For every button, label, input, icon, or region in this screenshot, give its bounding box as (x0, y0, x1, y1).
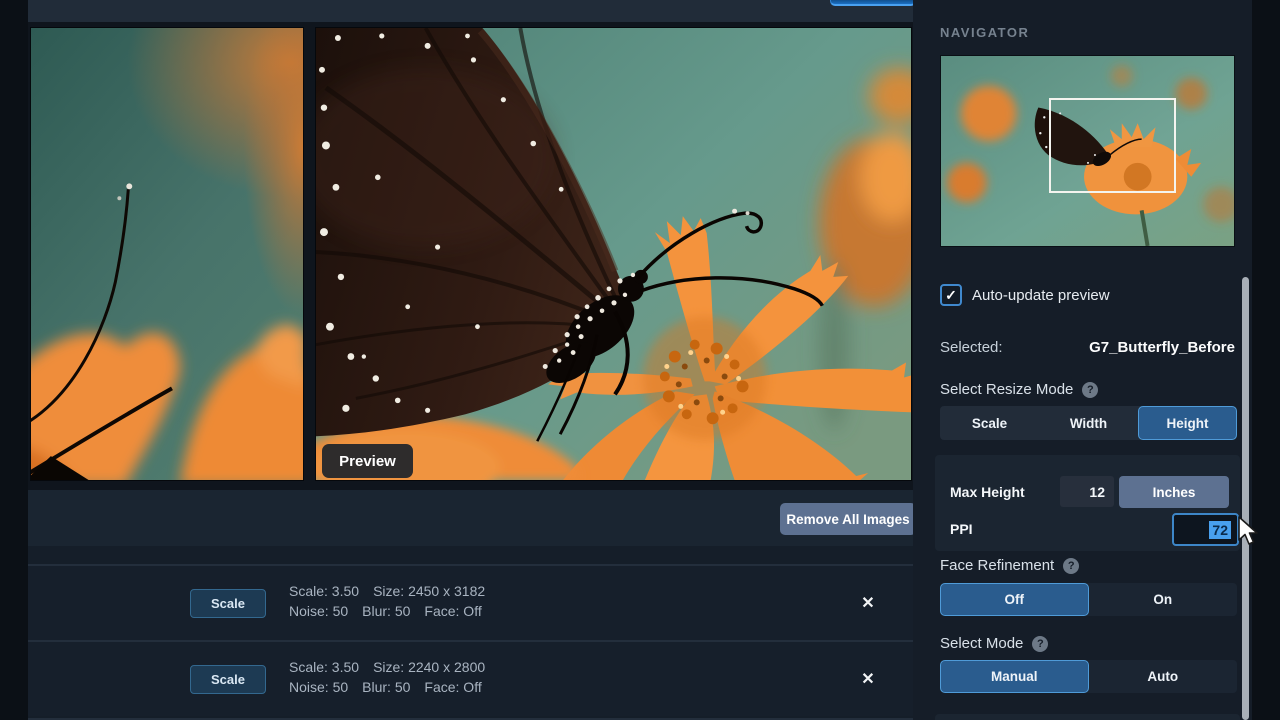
row-scale-button[interactable]: Scale (190, 665, 266, 694)
preview-badge: Preview (322, 444, 413, 478)
close-icon[interactable]: ✕ (848, 587, 888, 619)
navigator-thumbnail[interactable] (940, 55, 1235, 247)
original-image (31, 28, 303, 480)
main-area: Preview Remove All Images Scale Scale: 3… (28, 0, 913, 720)
resize-option-height[interactable]: Height (1138, 406, 1237, 440)
auto-update-row: ✓ Auto-update preview (940, 283, 1110, 307)
max-height-input[interactable] (1060, 476, 1114, 507)
auto-update-checkbox[interactable]: ✓ (940, 284, 962, 306)
selected-label: Selected: (940, 339, 1003, 356)
max-height-label: Max Height (950, 484, 1025, 500)
stat-blur: Blur: 50 (362, 679, 410, 695)
stat-size: Size: 2240 x 2800 (373, 659, 485, 675)
resize-option-width[interactable]: Width (1039, 406, 1138, 440)
image-toolbar: Remove All Images (28, 490, 913, 546)
right-margin (1252, 0, 1280, 720)
preview-image (316, 28, 911, 480)
face-refinement-segmented-control: Off On (940, 583, 1237, 616)
selected-filename: G7_Butterfly_Before (1089, 339, 1235, 356)
help-icon[interactable]: ? (1032, 636, 1048, 652)
resize-option-scale[interactable]: Scale (940, 406, 1039, 440)
face-refinement-label-text: Face Refinement (940, 557, 1054, 574)
select-mode-segmented-control: Manual Auto (940, 660, 1237, 693)
stat-scale: Scale: 3.50 (289, 659, 359, 675)
ppi-input[interactable]: 72 (1172, 513, 1239, 546)
remove-all-images-button[interactable]: Remove All Images (780, 503, 916, 535)
mode-option-auto[interactable]: Auto (1089, 660, 1238, 693)
face-option-on[interactable]: On (1089, 583, 1238, 616)
row-stats: Scale: 3.50 Size: 2450 x 3182 Noise: 50 Bl… (289, 581, 499, 621)
mode-option-manual[interactable]: Manual (940, 660, 1089, 693)
face-option-off[interactable]: Off (940, 583, 1089, 616)
image-queue: Scale Scale: 3.50 Size: 2450 x 3182 Noise… (28, 546, 913, 720)
app-window: Preview Remove All Images Scale Scale: 3… (0, 0, 1280, 720)
resize-mode-segmented-control: Scale Width Height (940, 406, 1237, 440)
navigator-selection-box[interactable] (1049, 98, 1176, 193)
ppi-label: PPI (950, 521, 973, 537)
sidebar-scrollbar[interactable] (1242, 277, 1249, 720)
stat-blur: Blur: 50 (362, 603, 410, 619)
stat-noise: Noise: 50 (289, 679, 348, 695)
select-mode-label-text: Select Mode (940, 635, 1023, 652)
help-icon[interactable]: ? (1082, 382, 1098, 398)
help-icon[interactable]: ? (1063, 558, 1079, 574)
queue-row[interactable]: Scale Scale: 3.50 Size: 2450 x 3182 Noise… (28, 566, 913, 640)
resize-mode-label: Select Resize Mode ? (940, 381, 1098, 398)
stat-size: Size: 2450 x 3182 (373, 583, 485, 599)
unit-dropdown[interactable]: Inches (1119, 476, 1229, 508)
left-margin (0, 0, 28, 720)
stat-face: Face: Off (424, 603, 481, 619)
check-icon: ✓ (945, 287, 957, 304)
row-stats: Scale: 3.50 Size: 2240 x 2800 Noise: 50 Bl… (289, 657, 499, 697)
row-scale-button[interactable]: Scale (190, 589, 266, 618)
settings-sidebar: NAVIGATOR (913, 0, 1252, 720)
stat-noise: Noise: 50 (289, 603, 348, 619)
select-mode-label: Select Mode ? (940, 635, 1048, 652)
top-primary-button-edge[interactable] (830, 0, 916, 6)
queue-row[interactable]: Scale Scale: 3.50 Size: 2240 x 2800 Noise… (28, 642, 913, 716)
original-image-pane[interactable] (30, 27, 304, 481)
stat-scale: Scale: 3.50 (289, 583, 359, 599)
top-bar (28, 0, 913, 22)
ppi-value-selected: 72 (1209, 521, 1231, 539)
auto-update-label: Auto-update preview (972, 287, 1110, 304)
next-panel-edge (935, 714, 1240, 720)
navigator-title: NAVIGATOR (940, 25, 1029, 40)
stat-face: Face: Off (424, 679, 481, 695)
close-icon[interactable]: ✕ (848, 663, 888, 695)
dimensions-panel: Max Height Inches PPI 72 (935, 455, 1240, 551)
face-refinement-label: Face Refinement ? (940, 557, 1079, 574)
preview-image-pane[interactable]: Preview (315, 27, 912, 481)
resize-mode-label-text: Select Resize Mode (940, 381, 1073, 398)
